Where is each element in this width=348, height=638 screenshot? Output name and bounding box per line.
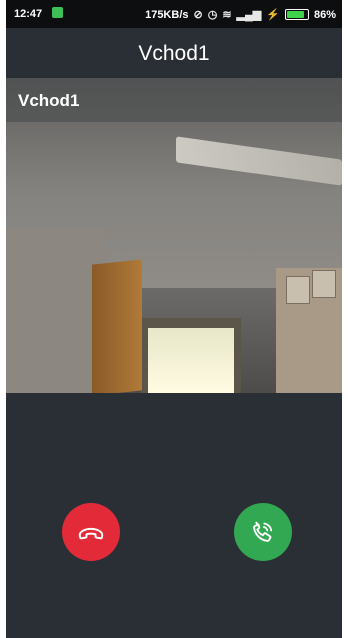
decline-call-button[interactable] bbox=[62, 503, 120, 561]
status-right-group: 175KB/s ⊘ ◷ ≋ ▂▄▆ ⚡ 86% bbox=[145, 8, 336, 22]
battery-fill bbox=[286, 11, 304, 18]
camera-label: Vchod1 bbox=[18, 91, 80, 110]
cell-signal-icon: ▂▄▆ bbox=[236, 9, 262, 21]
answer-call-icon bbox=[253, 521, 273, 542]
video-doorway-light bbox=[148, 328, 234, 393]
charging-icon: ⚡ bbox=[266, 9, 280, 21]
video-shelf-box bbox=[286, 276, 310, 304]
status-time: 12:47 bbox=[14, 8, 43, 20]
phone-screen: 12:47 175KB/s ⊘ ◷ ≋ ▂▄▆ ⚡ 86% Vchod1 Vch… bbox=[6, 0, 342, 638]
battery-percent: 86% bbox=[313, 8, 336, 21]
camera-video-feed: Vchod1 bbox=[6, 78, 342, 393]
page-title: Vchod1 bbox=[138, 42, 210, 65]
hang-up-icon bbox=[78, 527, 104, 540]
answer-call-button[interactable] bbox=[234, 503, 292, 561]
status-bar: 12:47 175KB/s ⊘ ◷ ≋ ▂▄▆ ⚡ 86% bbox=[6, 0, 342, 28]
alarm-icon: ◷ bbox=[207, 9, 218, 21]
signal-off-icon: ⊘ bbox=[193, 9, 203, 21]
wifi-icon: ≋ bbox=[222, 9, 232, 21]
video-shelf-box bbox=[312, 270, 336, 298]
net-speed: 175KB/s bbox=[145, 8, 189, 21]
camera-label-bar: Vchod1 bbox=[6, 78, 342, 122]
video-shelf bbox=[276, 268, 342, 393]
battery-icon bbox=[284, 9, 309, 20]
app-notification-icon bbox=[52, 7, 63, 18]
app-bar: Vchod1 bbox=[6, 28, 342, 78]
video-door bbox=[92, 259, 142, 393]
video-left-wall bbox=[6, 228, 106, 393]
